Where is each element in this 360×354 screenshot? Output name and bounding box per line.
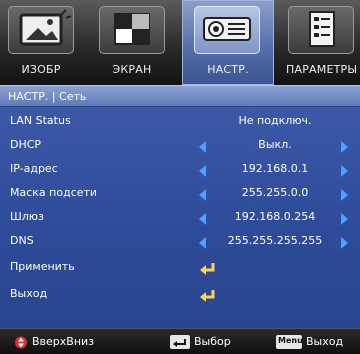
tab-label: ЭКРАН	[112, 63, 152, 76]
key-hints-bar: ВверхВниз Выбор Menu Выход	[0, 328, 360, 354]
arrow-left-icon[interactable]	[199, 237, 206, 249]
tab-options[interactable]: ПАРАМЕТРЫ	[282, 0, 360, 85]
row-subnet-mask[interactable]: Маска подсети 255.255.0.0	[0, 182, 360, 206]
row-label: Выход	[10, 287, 48, 300]
updown-hint: ВверхВниз	[32, 335, 95, 348]
arrow-left-icon[interactable]	[199, 189, 206, 201]
arrow-right-icon[interactable]	[341, 141, 348, 153]
up-down-icon	[15, 336, 27, 349]
menu-key-label: Menu	[278, 336, 303, 345]
row-label: DNS	[10, 234, 34, 247]
row-gateway[interactable]: Шлюз 192.168.0.254	[0, 206, 360, 230]
row-value: 192.168.0.254	[234, 210, 316, 223]
tab-label: ПАРАМЕТРЫ	[286, 63, 358, 76]
network-settings-list: LAN Status Не подключ. DHCP Выкл. IP-адр…	[0, 107, 360, 328]
select-hint: Выбор	[194, 335, 231, 348]
row-value: 192.168.0.1	[241, 162, 309, 175]
enter-icon[interactable]	[199, 262, 217, 276]
menu-tabs: ИЗОБР ЭКРАН НАСТР. ПАРАМЕТРЫ	[0, 0, 360, 85]
row-label: Маска подсети	[10, 186, 98, 199]
row-label: LAN Status	[10, 114, 71, 127]
enter-key-icon	[170, 335, 190, 349]
arrow-right-icon[interactable]	[341, 165, 348, 177]
row-label: IP-адрес	[10, 162, 58, 175]
screen-icon	[99, 6, 165, 54]
exit-hint: Выход	[306, 335, 344, 348]
tab-settings[interactable]: НАСТР.	[182, 0, 274, 85]
row-value: 255.255.0.0	[241, 186, 309, 199]
row-label: Применить	[10, 260, 75, 273]
row-value: 255.255.255.255	[227, 234, 323, 247]
row-value: Не подключ.	[238, 114, 312, 127]
row-exit[interactable]: Выход	[0, 283, 360, 307]
row-lan-status[interactable]: LAN Status Не подключ.	[0, 110, 360, 134]
row-label: Шлюз	[10, 210, 44, 223]
options-icon	[288, 6, 354, 54]
tab-label: НАСТР.	[207, 63, 249, 76]
arrow-right-icon[interactable]	[341, 237, 348, 249]
arrow-left-icon[interactable]	[199, 213, 206, 225]
arrow-left-icon[interactable]	[199, 165, 206, 177]
row-label: DHCP	[10, 138, 42, 151]
row-dhcp[interactable]: DHCP Выкл.	[0, 134, 360, 158]
menu-key-icon: Menu	[276, 335, 303, 349]
arrow-right-icon[interactable]	[341, 213, 348, 225]
tab-label: ИЗОБР	[21, 63, 61, 76]
menu-breadcrumb: НАСТР. | Сеть	[0, 85, 360, 107]
projector-icon	[194, 6, 260, 54]
header-title: НАСТР. | Сеть	[8, 90, 87, 103]
tab-image[interactable]: ИЗОБР	[0, 0, 82, 85]
enter-icon[interactable]	[199, 289, 217, 303]
row-ip-address[interactable]: IP-адрес 192.168.0.1	[0, 158, 360, 182]
tab-screen[interactable]: ЭКРАН	[91, 0, 173, 85]
row-dns[interactable]: DNS 255.255.255.255	[0, 230, 360, 254]
arrow-left-icon[interactable]	[199, 141, 206, 153]
row-apply[interactable]: Применить	[0, 256, 360, 280]
image-icon	[8, 6, 74, 54]
arrow-right-icon[interactable]	[341, 189, 348, 201]
row-value: Выкл.	[258, 138, 292, 151]
